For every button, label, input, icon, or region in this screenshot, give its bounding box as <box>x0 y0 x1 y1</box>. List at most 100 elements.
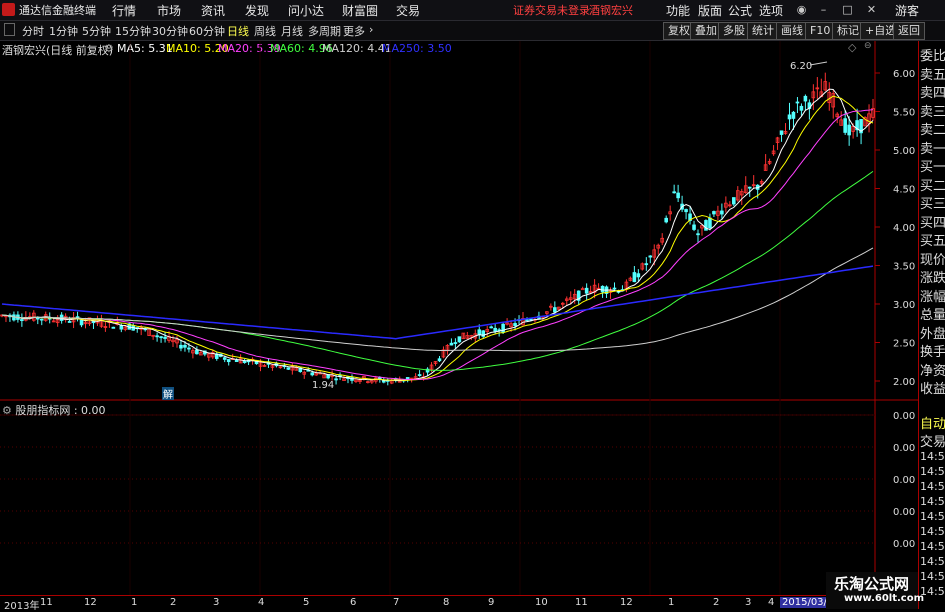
period-multi[interactable]: 多周期 <box>308 23 341 39</box>
trade-time: 14:56 <box>920 450 945 463</box>
tool-draw[interactable]: 画线 <box>776 22 808 40</box>
user-icon[interactable]: ◉ <box>795 3 808 16</box>
tool-stats[interactable]: 统计 <box>747 22 779 40</box>
trade-time: 14:56 <box>920 540 945 553</box>
panel-label: 卖三 <box>920 104 945 120</box>
period-1min[interactable]: 1分钟 <box>49 23 78 39</box>
tool-multistock[interactable]: 多股 <box>718 22 750 40</box>
trade-time: 14:56 <box>920 495 945 508</box>
panel-toggle-icon[interactable] <box>4 23 15 36</box>
login-warning[interactable]: 证券交易未登录 <box>513 2 590 18</box>
indicator-value: 股朋指标网 : 0.00 <box>15 404 106 417</box>
event-badge-text: 解 <box>163 388 173 401</box>
trade-time: 14:56 <box>920 555 945 568</box>
menu-market[interactable]: 市场 <box>157 2 181 19</box>
trade-label[interactable]: 交易 <box>920 431 945 450</box>
time-axis-label: 3 <box>745 597 752 608</box>
menu-formula[interactable]: 公式 <box>728 2 752 19</box>
time-axis-label: 12 <box>620 597 633 608</box>
panel-label: 买五 <box>920 234 945 249</box>
tool-f10[interactable]: F10 <box>805 22 836 40</box>
period-daily[interactable]: 日线 <box>227 23 249 39</box>
period-30min[interactable]: 30分钟 <box>152 23 188 39</box>
trade-time: 14:56 <box>920 480 945 493</box>
time-axis-label: 1 <box>131 597 138 608</box>
time-axis-label: 2 <box>170 597 177 608</box>
price-tick-label: 2.50 <box>893 339 915 350</box>
panel-label: 换手 <box>920 345 945 360</box>
guest-label[interactable]: 游客 <box>895 2 919 19</box>
panel-label: 买一 <box>920 160 945 175</box>
panel-label: 卖四 <box>920 86 945 101</box>
period-5min[interactable]: 5分钟 <box>82 23 111 39</box>
panel-label: 总量 <box>920 308 945 323</box>
more-chevron-icon[interactable]: › <box>369 23 373 36</box>
panel-label: 净资 <box>920 363 945 379</box>
panel-label: 外盘 <box>920 326 945 342</box>
time-axis-label: 4 <box>258 597 265 608</box>
time-axis-label: 11 <box>40 597 53 608</box>
time-axis-label: 1 <box>668 597 675 608</box>
trade-time: 14:56 <box>920 525 945 538</box>
panel-label: 收益 <box>920 382 945 397</box>
watermark-url: www.60lt.com <box>844 593 925 604</box>
period-15min[interactable]: 15分钟 <box>115 23 151 39</box>
panel-label: 买二 <box>920 178 945 194</box>
period-weekly[interactable]: 周线 <box>254 23 276 39</box>
price-tick-label: 2.00 <box>893 377 915 388</box>
close-icon[interactable]: ✕ <box>865 3 878 16</box>
menu-layout[interactable]: 版面 <box>698 2 722 19</box>
time-axis-label: 2 <box>713 597 720 608</box>
menu-quotes[interactable]: 行情 <box>112 2 136 19</box>
panel-label: 卖二 <box>920 123 945 138</box>
menu-news[interactable]: 资讯 <box>201 2 225 19</box>
tool-back[interactable]: 返回 <box>893 22 925 40</box>
period-60min[interactable]: 60分钟 <box>189 23 225 39</box>
low-price-label: 1.94 <box>312 380 334 391</box>
panel-label: 现价 <box>920 252 945 268</box>
time-axis-label: 3 <box>213 597 220 608</box>
panel-label: 涨跌 <box>920 271 945 286</box>
menu-ask[interactable]: 问小达 <box>288 2 324 19</box>
indicator-tick-label: 0.00 <box>893 475 915 486</box>
price-tick-label: 5.50 <box>893 108 915 119</box>
panel-label: 买四 <box>920 215 945 231</box>
panel-label: 卖五 <box>920 67 945 83</box>
indicator-settings-icon[interactable]: ⚙ <box>2 404 15 417</box>
time-axis-label: 5 <box>303 597 310 608</box>
app-title: 通达信金融终端 <box>19 4 96 17</box>
indicator-tick-label: 0.00 <box>893 411 915 422</box>
menu-function[interactable]: 功能 <box>666 2 690 19</box>
time-axis-label: 4 <box>768 597 775 608</box>
price-tick-label: 6.00 <box>893 69 915 80</box>
period-monthly[interactable]: 月线 <box>281 23 303 39</box>
period-toolbar: 分时 1分钟 5分钟 15分钟 30分钟 60分钟 日线 周线 月线 多周期 更… <box>0 21 945 41</box>
high-price-label: 6.20 <box>790 61 812 72</box>
time-axis-label: 11 <box>575 597 588 608</box>
price-tick-label: 3.50 <box>893 262 915 273</box>
maximize-icon[interactable]: □ <box>841 3 854 16</box>
menu-trade[interactable]: 交易 <box>396 2 420 19</box>
menu-wealth[interactable]: 财富圈 <box>342 2 378 19</box>
auto-trade-label[interactable]: 自动 <box>920 413 945 432</box>
kline-chart[interactable]: 6.00 5.50 5.00 4.50 4.00 3.50 3.00 2.50 2.00 0.0… <box>0 41 918 609</box>
moving-average-lines <box>1 88 874 382</box>
period-more[interactable]: 更多 <box>343 23 365 39</box>
period-timeshare[interactable]: 分时 <box>22 23 44 39</box>
panel-label: 卖一 <box>920 141 945 157</box>
indicator-label: ⚙ 股朋指标网 : 0.00 <box>2 402 106 418</box>
watermark-title: 乐淘公式网 <box>834 575 910 593</box>
price-tick-label: 4.00 <box>893 223 915 234</box>
trade-time: 14:56 <box>920 570 945 583</box>
app-logo-icon <box>2 3 15 16</box>
time-axis-label: 10 <box>535 597 548 608</box>
candlesticks <box>0 72 875 386</box>
menu-discover[interactable]: 发现 <box>245 2 269 19</box>
panel-label: 买三 <box>920 197 945 212</box>
menu-options[interactable]: 选项 <box>759 2 783 19</box>
minimize-icon[interactable]: – <box>817 3 830 16</box>
trade-time: 14:56 <box>920 510 945 523</box>
time-axis-label: 7 <box>393 597 400 608</box>
time-axis-label: 2013年 <box>4 601 40 612</box>
time-axis-label: 12 <box>84 597 97 608</box>
